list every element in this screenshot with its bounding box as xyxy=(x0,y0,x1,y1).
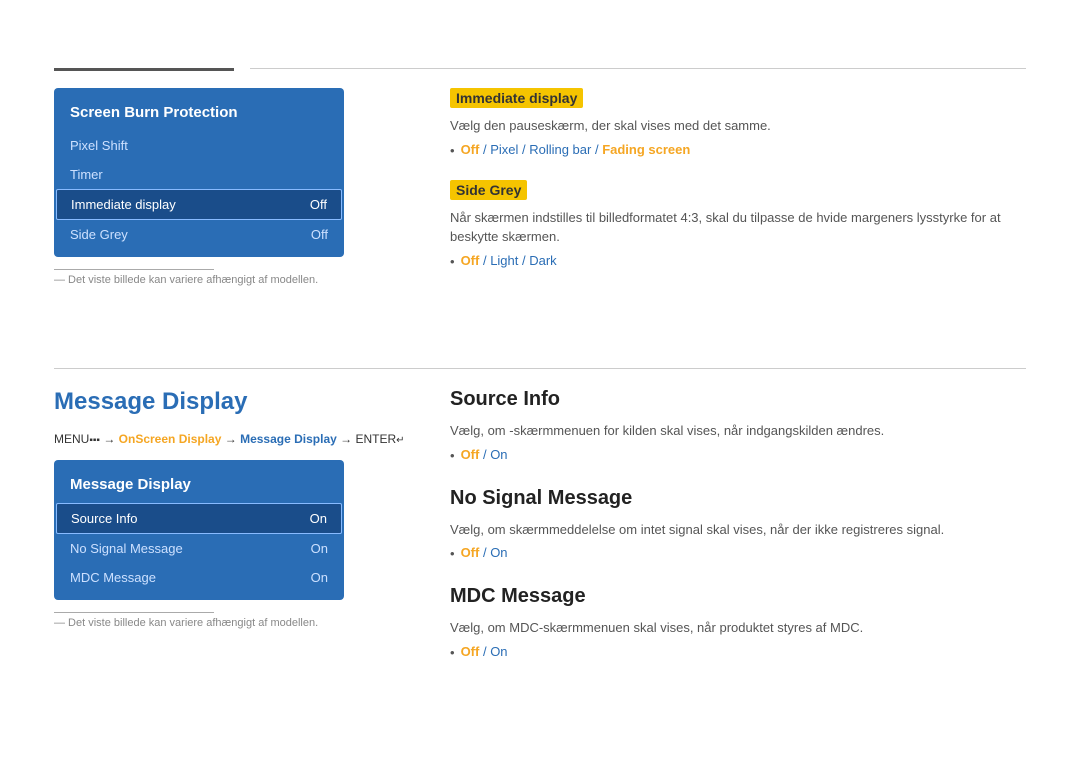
immediate-display-label: Immediate display xyxy=(450,88,583,108)
menu-item-label-mdc: MDC Message xyxy=(70,570,156,585)
message-display-box-title: Message Display xyxy=(54,468,344,503)
source-info-section: Source Info Vælg, om -skærmmenuen for ki… xyxy=(450,388,1026,463)
bullet-dot-no-signal: • xyxy=(450,546,455,561)
opt-on-no-signal: / On xyxy=(483,545,508,560)
opt-slash-1: / Pixel / Rolling bar / xyxy=(483,142,602,157)
no-signal-section: No Signal Message Vælg, om skærmmeddelel… xyxy=(450,487,1026,562)
menu-item-label-no-signal: No Signal Message xyxy=(70,541,183,556)
no-signal-desc: Vælg, om skærmmeddelelse om intet signal… xyxy=(450,520,1026,540)
menu-item-value-source-info: On xyxy=(310,511,327,526)
menu-path: MENU▪▪▪ → OnScreen Display → Message Dis… xyxy=(54,432,405,446)
menu-item-label-immediate: Immediate display xyxy=(71,197,176,212)
no-signal-options: • Off / On xyxy=(450,545,1026,561)
menu-item-value-immediate: Off xyxy=(310,197,327,212)
source-info-options: • Off / On xyxy=(450,447,1026,463)
screen-burn-menu-box: Screen Burn Protection Pixel Shift Timer… xyxy=(54,88,344,257)
menu-symbol: ▪▪▪ xyxy=(89,435,100,446)
opt-off-immediate: Off xyxy=(461,142,480,157)
opt-off-side-grey: Off xyxy=(461,253,480,268)
immediate-options-text: Off / Pixel / Rolling bar / Fading scree… xyxy=(461,142,691,157)
top-divider-thick xyxy=(54,68,234,71)
arrow-1: → xyxy=(103,432,118,446)
mdc-message-section: MDC Message Vælg, om MDC-skærmmenuen ska… xyxy=(450,585,1026,660)
source-info-options-text: Off / On xyxy=(461,447,508,462)
bullet-dot-mdc: • xyxy=(450,645,455,660)
arrow-2: → xyxy=(225,432,240,446)
message-display-title: Message Display xyxy=(54,388,247,416)
immediate-display-desc: Vælg den pauseskærm, der skal vises med … xyxy=(450,116,1026,136)
menu-item-label-pixel-shift: Pixel Shift xyxy=(70,138,128,153)
opt-on-source: / On xyxy=(483,447,508,462)
side-grey-options: • Off / Light / Dark xyxy=(450,253,1026,269)
right-panel-top: Immediate display Vælg den pauseskærm, d… xyxy=(450,88,1026,273)
opt-off-no-signal: Off xyxy=(461,545,480,560)
source-info-desc: Vælg, om -skærmmenuen for kilden skal vi… xyxy=(450,421,1026,441)
menu-item-timer[interactable]: Timer xyxy=(54,160,344,189)
menu-item-side-grey[interactable]: Side Grey Off xyxy=(54,220,344,249)
bullet-dot-1: • xyxy=(450,143,455,158)
top-divider-thin xyxy=(250,68,1026,69)
menu-item-value-no-signal: On xyxy=(311,541,328,556)
opt-off-source: Off xyxy=(461,447,480,462)
menu-item-source-info[interactable]: Source Info On xyxy=(56,503,342,534)
side-grey-section: Side Grey Når skærmen indstilles til bil… xyxy=(450,180,1026,269)
no-signal-options-text: Off / On xyxy=(461,545,508,560)
mdc-message-options: • Off / On xyxy=(450,644,1026,660)
mdc-message-heading: MDC Message xyxy=(450,585,1026,608)
enter-icon: ↵ xyxy=(396,435,404,446)
menu-item-immediate-display[interactable]: Immediate display Off xyxy=(56,189,342,220)
menu-item-no-signal[interactable]: No Signal Message On xyxy=(54,534,344,563)
menu-item-label-side-grey: Side Grey xyxy=(70,227,128,242)
menu-item-value-mdc: On xyxy=(311,570,328,585)
mdc-message-desc: Vælg, om MDC-skærmmenuen skal vises, når… xyxy=(450,618,1026,638)
opt-fading: Fading screen xyxy=(602,142,690,157)
no-signal-heading: No Signal Message xyxy=(450,487,1026,510)
menu-item-label-source-info: Source Info xyxy=(71,511,138,526)
bullet-dot-2: • xyxy=(450,254,455,269)
side-grey-label: Side Grey xyxy=(450,180,527,200)
footnote-text-top: ― Det viste billede kan variere afhængig… xyxy=(54,274,344,286)
immediate-display-options: • Off / Pixel / Rolling bar / Fading scr… xyxy=(450,142,1026,158)
screen-burn-title: Screen Burn Protection xyxy=(54,96,344,131)
opt-off-mdc: Off xyxy=(461,644,480,659)
arrow-3: → xyxy=(340,432,355,446)
menu-item-mdc-message[interactable]: MDC Message On xyxy=(54,563,344,592)
opt-light-dark: / Light / Dark xyxy=(483,253,557,268)
message-display-panel: Message Display Source Info On No Signal… xyxy=(54,460,344,629)
onscreen-display-link: OnScreen Display xyxy=(119,432,222,446)
message-display-menu-box: Message Display Source Info On No Signal… xyxy=(54,460,344,600)
bullet-dot-source: • xyxy=(450,448,455,463)
footnote-line-top xyxy=(54,269,214,270)
right-panel-bottom: Source Info Vælg, om -skærmmenuen for ki… xyxy=(450,388,1026,684)
mid-divider xyxy=(54,368,1026,369)
menu-item-pixel-shift[interactable]: Pixel Shift xyxy=(54,131,344,160)
menu-item-value-side-grey: Off xyxy=(311,227,328,242)
side-grey-options-text: Off / Light / Dark xyxy=(461,253,557,268)
source-info-heading: Source Info xyxy=(450,388,1026,411)
screen-burn-panel: Screen Burn Protection Pixel Shift Timer… xyxy=(54,88,344,286)
menu-path-prefix: MENU xyxy=(54,432,89,446)
immediate-display-section: Immediate display Vælg den pauseskærm, d… xyxy=(450,88,1026,158)
footnote-line-bottom xyxy=(54,612,214,613)
side-grey-desc: Når skærmen indstilles til billedformate… xyxy=(450,208,1026,247)
enter-symbol: ENTER xyxy=(355,432,396,446)
footnote-text-bottom: ― Det viste billede kan variere afhængig… xyxy=(54,617,344,629)
mdc-options-text: Off / On xyxy=(461,644,508,659)
message-display-link: Message Display xyxy=(240,432,337,446)
opt-on-mdc: / On xyxy=(483,644,508,659)
menu-item-label-timer: Timer xyxy=(70,167,103,182)
